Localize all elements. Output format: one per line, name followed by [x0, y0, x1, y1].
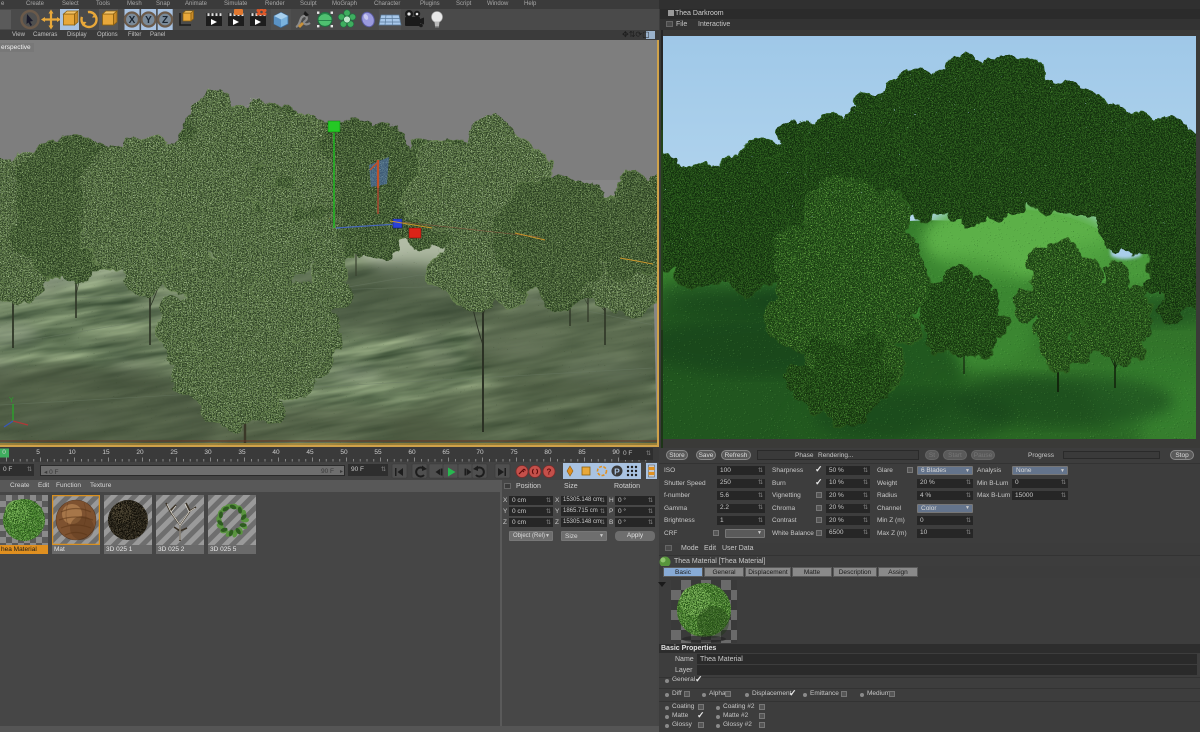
- svg-text:Z: Z: [162, 15, 168, 26]
- svg-text:35: 35: [238, 449, 246, 456]
- svg-text:40: 40: [272, 449, 280, 456]
- svg-text:45: 45: [306, 449, 314, 456]
- svg-text:10: 10: [68, 449, 76, 456]
- svg-text:X: X: [129, 15, 136, 26]
- svg-text:90: 90: [612, 449, 620, 456]
- svg-text:50: 50: [340, 449, 348, 456]
- svg-text:25: 25: [170, 449, 178, 456]
- svg-text:55: 55: [374, 449, 382, 456]
- svg-text:Y: Y: [9, 397, 14, 404]
- svg-text:30: 30: [204, 449, 212, 456]
- svg-text:P: P: [614, 467, 620, 477]
- svg-text:70: 70: [476, 449, 484, 456]
- svg-text:60: 60: [408, 449, 416, 456]
- svg-text:Y: Y: [145, 15, 152, 26]
- svg-text:5: 5: [36, 449, 40, 456]
- svg-text:75: 75: [510, 449, 518, 456]
- svg-text:15: 15: [102, 449, 110, 456]
- svg-text:?: ?: [547, 468, 552, 477]
- svg-text:65: 65: [442, 449, 450, 456]
- svg-text:20: 20: [136, 449, 144, 456]
- svg-text:0: 0: [2, 449, 6, 456]
- svg-text:85: 85: [578, 449, 586, 456]
- svg-text:80: 80: [544, 449, 552, 456]
